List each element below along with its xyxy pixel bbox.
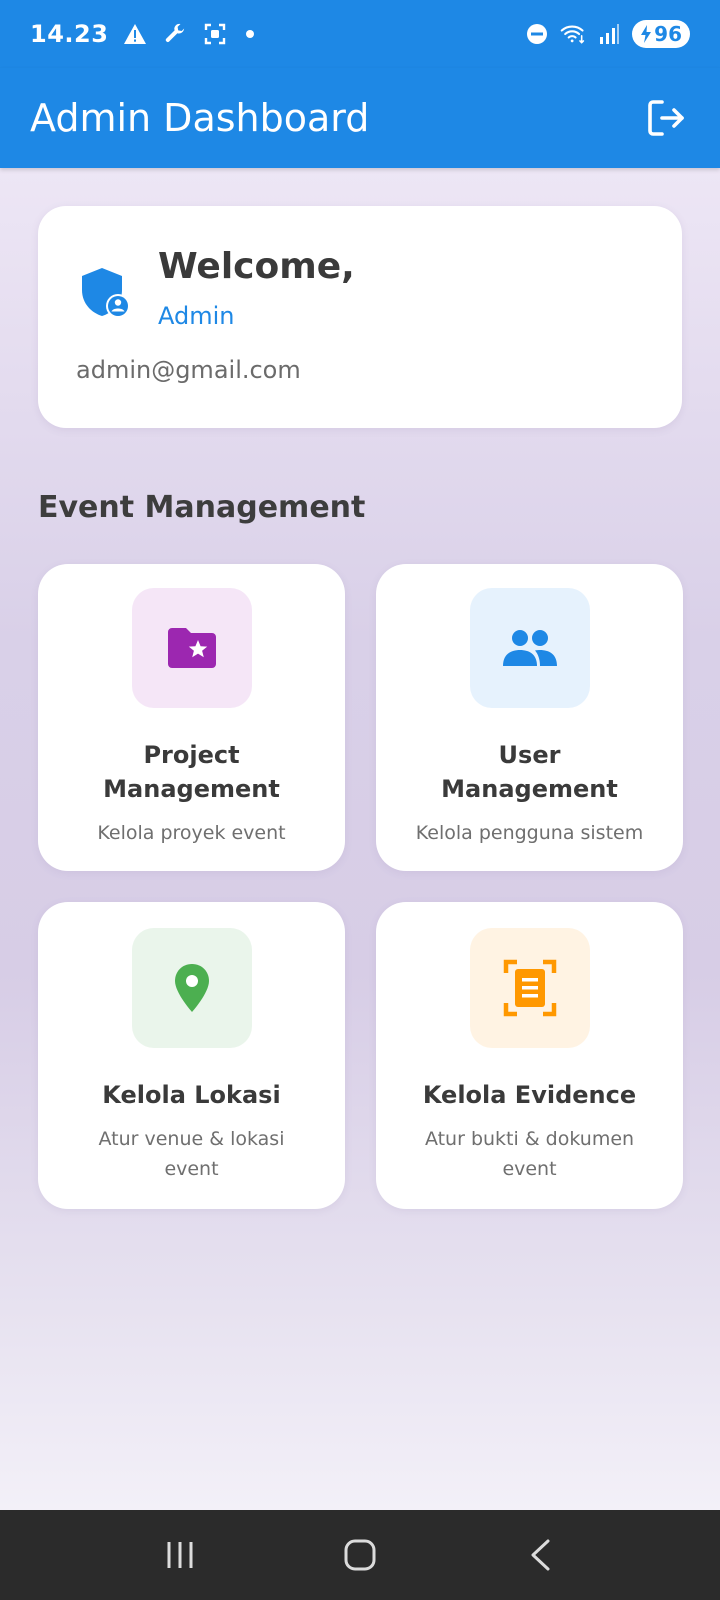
dashboard-content: Welcome, Admin admin@gmail.com Event Man… [0, 168, 720, 1510]
do-not-disturb-icon [524, 21, 550, 47]
tile-icon-box [469, 587, 590, 708]
tile-subtitle: Atur bukti & dokumen event [424, 1127, 635, 1180]
recent-apps-button[interactable] [150, 1525, 210, 1585]
screenshot-icon [202, 21, 228, 47]
tile-title: User Management [441, 740, 618, 803]
folder-star-icon [167, 627, 216, 668]
back-button[interactable] [510, 1525, 570, 1585]
battery-charging-icon: 96 [632, 20, 690, 48]
home-icon [344, 1539, 376, 1571]
section-title: Event Management [38, 490, 366, 525]
back-icon [531, 1539, 550, 1571]
user-management-tile[interactable]: User Management Kelola pengguna sistem [376, 564, 683, 871]
tile-subtitle: Kelola pengguna sistem [415, 821, 644, 844]
welcome-user-name: Admin [158, 302, 235, 330]
admin-shield-icon [82, 268, 130, 318]
tile-icon-box [131, 587, 252, 708]
tile-title: Kelola Evidence [422, 1080, 637, 1109]
signal-icon [596, 21, 622, 47]
welcome-title: Welcome, [158, 246, 355, 287]
status-bar: 14.23 96 [0, 0, 720, 68]
people-icon [502, 629, 557, 666]
logout-icon [648, 100, 684, 136]
wrench-icon [162, 21, 188, 47]
home-button[interactable] [330, 1525, 390, 1585]
system-nav-bar [0, 1510, 720, 1600]
tile-title: Project Management [103, 740, 280, 803]
status-right: 96 [524, 20, 690, 48]
status-left: 14.23 [30, 20, 255, 48]
welcome-card: Welcome, Admin admin@gmail.com [38, 206, 682, 428]
tile-icon-box [469, 927, 590, 1048]
page-title: Admin Dashboard [30, 96, 370, 140]
app-bar: Admin Dashboard [0, 68, 720, 168]
recent-apps-icon [167, 1542, 193, 1568]
kelola-lokasi-tile[interactable]: Kelola Lokasi Atur venue & lokasi event [38, 902, 345, 1209]
warning-icon [122, 21, 148, 47]
tile-subtitle: Atur venue & lokasi event [98, 1127, 285, 1180]
notification-dot-icon [246, 30, 255, 38]
tile-subtitle: Kelola proyek event [97, 821, 286, 844]
status-time: 14.23 [30, 20, 109, 48]
tile-icon-box [131, 927, 252, 1048]
project-management-tile[interactable]: Project Management Kelola proyek event [38, 564, 345, 871]
battery-level: 96 [654, 22, 682, 46]
location-pin-icon [174, 963, 209, 1012]
tile-title: Kelola Lokasi [102, 1080, 281, 1109]
wifi-icon [560, 21, 586, 47]
logout-button[interactable] [642, 94, 690, 142]
document-scan-icon [503, 959, 556, 1016]
kelola-evidence-tile[interactable]: Kelola Evidence Atur bukti & dokumen eve… [376, 902, 683, 1209]
welcome-user-email: admin@gmail.com [76, 356, 301, 384]
